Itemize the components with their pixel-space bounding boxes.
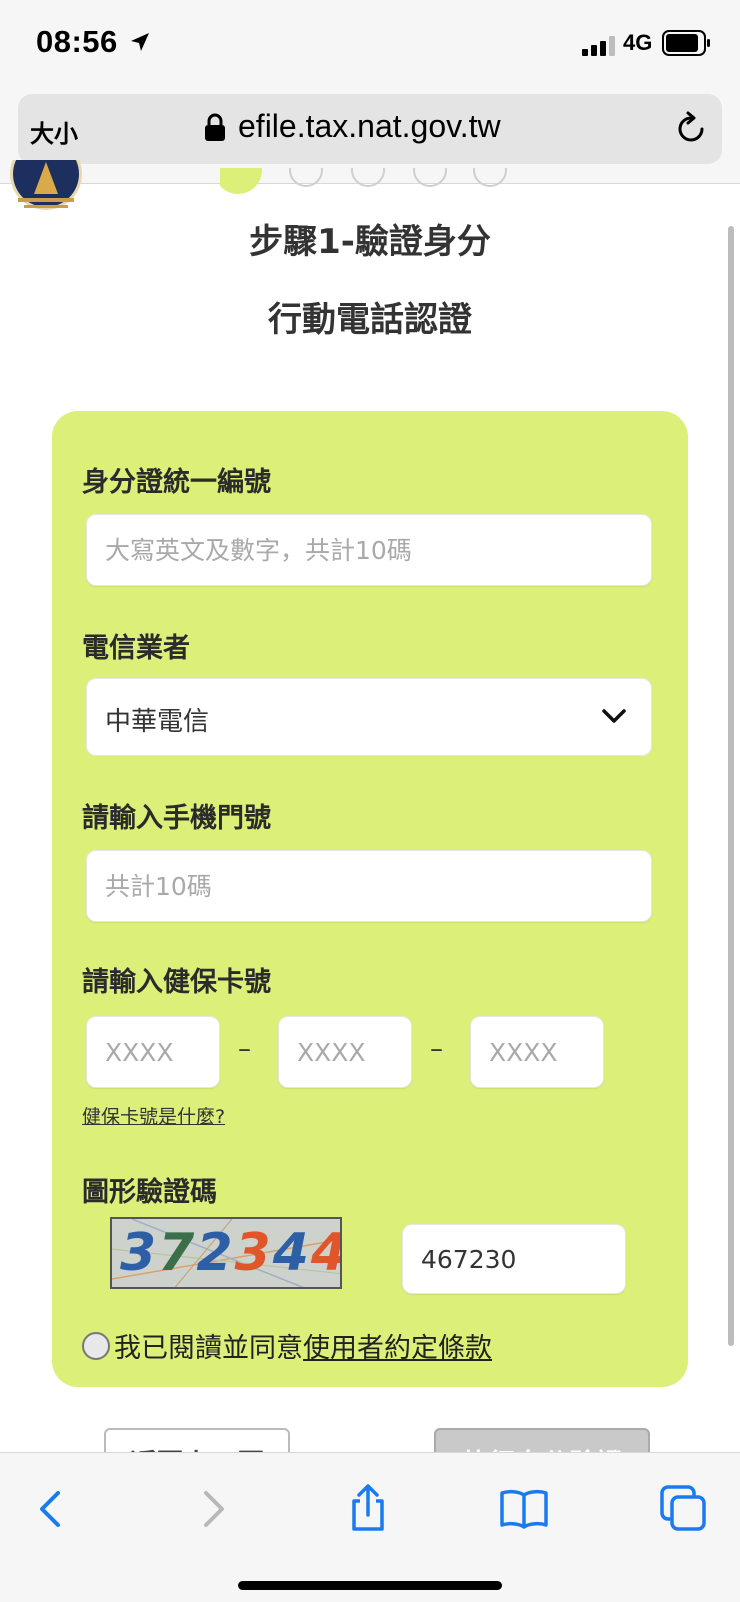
captcha-digits: 372344 bbox=[120, 1223, 340, 1283]
id-number-label: 身分證統一編號 bbox=[82, 467, 271, 498]
carrier-selected-value: 中華電信 bbox=[105, 707, 210, 737]
nhi-separator: – bbox=[430, 1034, 443, 1064]
battery-icon bbox=[662, 30, 710, 56]
tabs-icon[interactable] bbox=[656, 1481, 712, 1537]
status-bar: 08:56 4G bbox=[0, 0, 740, 90]
nhi-separator: – bbox=[238, 1034, 251, 1064]
network-type: 4G bbox=[623, 30, 653, 55]
phone-input[interactable] bbox=[86, 850, 652, 922]
id-number-input[interactable] bbox=[86, 514, 652, 586]
page-subtitle: 行動電話認證 bbox=[268, 300, 472, 340]
browser-toolbar bbox=[0, 1452, 740, 1602]
text-size-button[interactable]: 大小 bbox=[30, 114, 78, 149]
step-progress bbox=[220, 168, 507, 194]
lock-icon bbox=[205, 113, 225, 141]
location-arrow-icon bbox=[131, 33, 149, 51]
nhi-card-part2-input[interactable] bbox=[278, 1016, 412, 1088]
share-icon[interactable] bbox=[340, 1481, 396, 1537]
captcha-label: 圖形驗證碼 bbox=[82, 1177, 217, 1208]
scrollbar[interactable] bbox=[728, 226, 734, 1346]
step-title: 步驟1-驗證身分 bbox=[249, 222, 491, 262]
nhi-card-part1-input[interactable] bbox=[86, 1016, 220, 1088]
captcha-input[interactable] bbox=[402, 1224, 626, 1294]
forward-arrow-icon[interactable] bbox=[184, 1481, 240, 1537]
captcha-image[interactable]: 372344 bbox=[110, 1217, 342, 1289]
reload-icon[interactable] bbox=[674, 110, 710, 146]
captcha-text: 372344 bbox=[120, 1223, 340, 1283]
url-domain: efile.tax.nat.gov.tw bbox=[238, 108, 501, 144]
clock-time: 08:56 bbox=[36, 24, 118, 59]
back-arrow-icon[interactable] bbox=[24, 1481, 80, 1537]
terms-agreement[interactable]: 我已閱讀並同意 使用者約定條款 bbox=[82, 1326, 492, 1365]
address-bar[interactable]: 大小 efile.tax.nat.gov.tw bbox=[18, 94, 722, 164]
signal-icon bbox=[582, 36, 615, 56]
bookmarks-icon[interactable] bbox=[496, 1481, 552, 1537]
carrier-select[interactable]: 中華電信 bbox=[86, 678, 652, 756]
chevron-down-icon bbox=[602, 709, 626, 723]
agree-checkbox[interactable] bbox=[82, 1331, 110, 1360]
nhi-help-link[interactable]: 健保卡號是什麼? bbox=[82, 1102, 225, 1129]
site-logo bbox=[10, 160, 82, 210]
nhi-card-label: 請輸入健保卡號 bbox=[82, 967, 271, 998]
phone-label: 請輸入手機門號 bbox=[82, 803, 271, 834]
terms-link[interactable]: 使用者約定條款 bbox=[303, 1326, 492, 1365]
home-indicator bbox=[238, 1581, 502, 1590]
agree-text: 我已閱讀並同意 bbox=[114, 1333, 303, 1364]
nhi-card-part3-input[interactable] bbox=[470, 1016, 604, 1088]
carrier-label: 電信業者 bbox=[82, 633, 190, 664]
